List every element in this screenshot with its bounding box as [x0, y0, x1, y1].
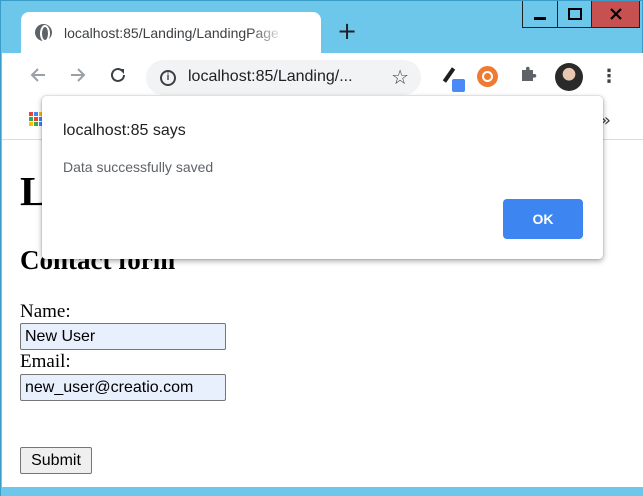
window-bottom-border [1, 487, 643, 496]
color-picker-icon[interactable] [440, 65, 465, 92]
submit-button[interactable]: Submit [20, 447, 92, 474]
minimize-icon [534, 16, 546, 20]
email-label: Email: [20, 351, 71, 372]
new-tab-button[interactable]: + [337, 19, 357, 43]
maximize-icon [567, 8, 582, 20]
bookmark-star-icon[interactable]: ☆ [391, 66, 409, 88]
ok-button[interactable]: OK [503, 199, 583, 239]
dialog-title: localhost:85 says [63, 122, 186, 139]
profile-avatar[interactable] [555, 63, 583, 91]
back-arrow-icon [30, 68, 45, 82]
url-text[interactable]: localhost:85/Landing/... [188, 68, 353, 86]
forward-button[interactable] [66, 65, 90, 89]
forward-arrow-icon [71, 68, 86, 82]
orange-circle-icon[interactable] [477, 66, 498, 87]
maximize-button[interactable] [557, 1, 591, 27]
back-button[interactable] [26, 65, 50, 89]
close-window-button[interactable] [591, 1, 639, 27]
close-icon [609, 8, 622, 20]
apps-grid-icon[interactable] [29, 112, 43, 126]
browser-window: localhost:85/Landing/LandingPage + i loc… [0, 0, 643, 496]
window-controls [522, 1, 640, 28]
email-input[interactable]: new_user@creatio.com [20, 374, 226, 401]
browser-toolbar: i localhost:85/Landing/... ☆ ⋮ [2, 53, 643, 102]
reload-icon [111, 67, 125, 82]
info-icon[interactable]: i [160, 70, 176, 86]
name-label: Name: [20, 301, 71, 322]
tab-title: localhost:85/Landing/LandingPage [64, 24, 279, 41]
minimize-button[interactable] [523, 1, 557, 27]
reload-button[interactable] [106, 65, 130, 89]
puzzle-icon[interactable] [516, 65, 540, 89]
address-bar[interactable]: i localhost:85/Landing/... ☆ [146, 60, 421, 95]
browser-tab[interactable]: localhost:85/Landing/LandingPage [21, 12, 321, 53]
name-input[interactable]: New User [20, 323, 226, 350]
dialog-message: Data successfully saved [63, 159, 214, 175]
globe-icon [35, 24, 52, 42]
alert-dialog: localhost:85 says Data successfully save… [42, 96, 603, 259]
kebab-menu-icon[interactable]: ⋮ [600, 65, 618, 89]
